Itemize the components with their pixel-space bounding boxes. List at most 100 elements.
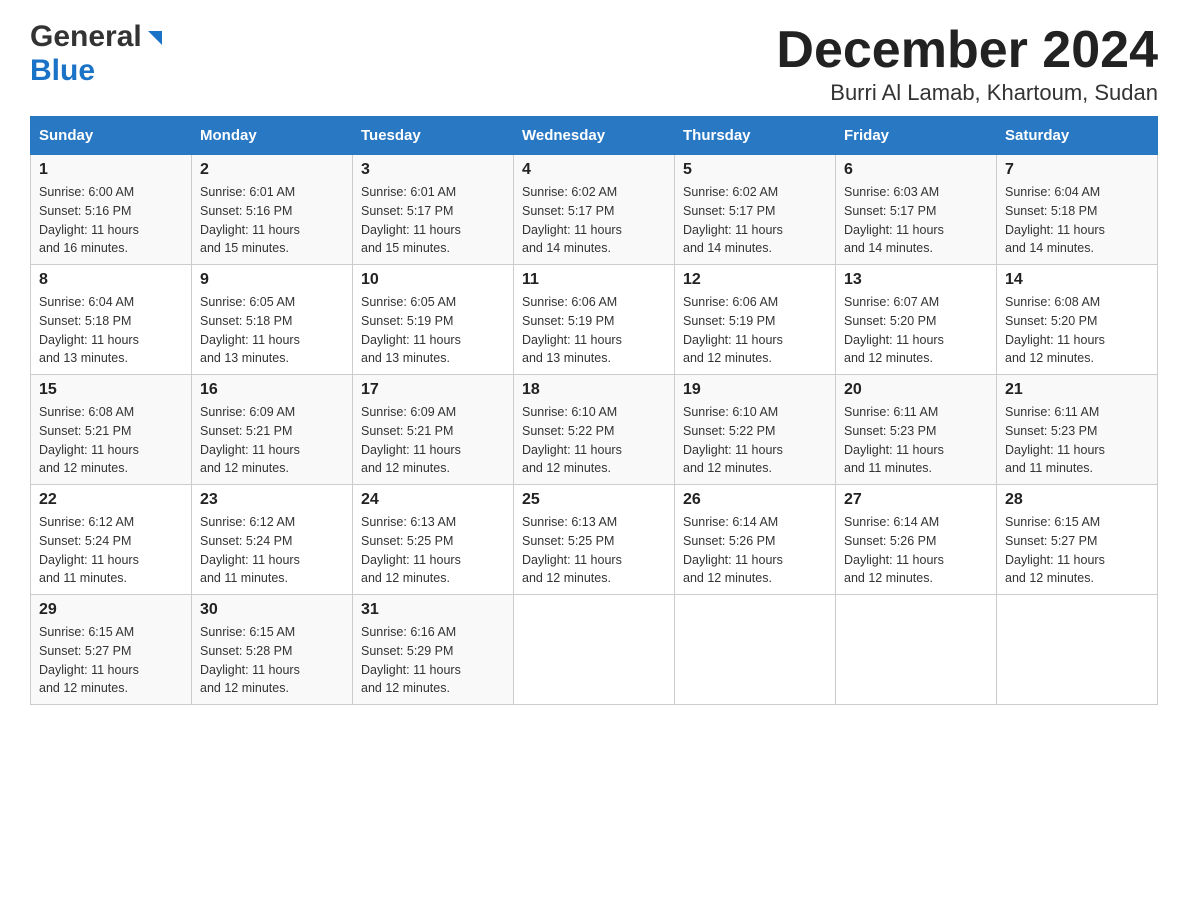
day-cell-12: 12 Sunrise: 6:06 AMSunset: 5:19 PMDayligh… xyxy=(675,265,836,375)
day-number: 18 xyxy=(522,381,666,399)
day-info: Sunrise: 6:08 AMSunset: 5:20 PMDaylight:… xyxy=(1005,293,1149,368)
weekday-header-tuesday: Tuesday xyxy=(353,117,514,155)
logo-blue-text: Blue xyxy=(30,54,95,87)
day-info: Sunrise: 6:15 AMSunset: 5:28 PMDaylight:… xyxy=(200,623,344,698)
day-info: Sunrise: 6:05 AMSunset: 5:18 PMDaylight:… xyxy=(200,293,344,368)
day-cell-20: 20 Sunrise: 6:11 AMSunset: 5:23 PMDayligh… xyxy=(836,375,997,485)
day-info: Sunrise: 6:02 AMSunset: 5:17 PMDaylight:… xyxy=(522,183,666,258)
day-number: 30 xyxy=(200,601,344,619)
day-cell-24: 24Sunrise: 6:13 AMSunset: 5:25 PMDayligh… xyxy=(353,485,514,595)
day-number: 6 xyxy=(844,161,988,179)
day-cell-26: 26 Sunrise: 6:14 AMSunset: 5:26 PMDayligh… xyxy=(675,485,836,595)
day-cell-15: 15 Sunrise: 6:08 AMSunset: 5:21 PMDayligh… xyxy=(31,375,192,485)
page-header: General Blue December 2024 Burri Al Lama… xyxy=(30,20,1158,106)
day-number: 2 xyxy=(200,161,344,179)
empty-cell xyxy=(514,595,675,705)
week-row-4: 22 Sunrise: 6:12 AMSunset: 5:24 PMDayligh… xyxy=(31,485,1158,595)
day-number: 27 xyxy=(844,491,988,509)
day-number: 26 xyxy=(683,491,827,509)
day-info: Sunrise: 6:04 AMSunset: 5:18 PMDaylight:… xyxy=(39,293,183,368)
day-cell-2: 2 Sunrise: 6:01 AMSunset: 5:16 PMDaylight… xyxy=(192,155,353,265)
day-info: Sunrise: 6:07 AMSunset: 5:20 PMDaylight:… xyxy=(844,293,988,368)
weekday-header-sunday: Sunday xyxy=(31,117,192,155)
day-cell-19: 19 Sunrise: 6:10 AMSunset: 5:22 PMDayligh… xyxy=(675,375,836,485)
day-number: 20 xyxy=(844,381,988,399)
day-info: Sunrise: 6:01 AMSunset: 5:16 PMDaylight:… xyxy=(200,183,344,258)
day-cell-22: 22 Sunrise: 6:12 AMSunset: 5:24 PMDayligh… xyxy=(31,485,192,595)
day-info: Sunrise: 6:10 AMSunset: 5:22 PMDaylight:… xyxy=(522,403,666,478)
day-cell-1: 1 Sunrise: 6:00 AMSunset: 5:16 PMDaylight… xyxy=(31,155,192,265)
day-number: 15 xyxy=(39,381,183,399)
day-number: 19 xyxy=(683,381,827,399)
weekday-header-thursday: Thursday xyxy=(675,117,836,155)
day-info: Sunrise: 6:06 AMSunset: 5:19 PMDaylight:… xyxy=(683,293,827,368)
weekday-header-row: SundayMondayTuesdayWednesdayThursdayFrid… xyxy=(31,117,1158,155)
calendar-table: SundayMondayTuesdayWednesdayThursdayFrid… xyxy=(30,116,1158,705)
day-number: 22 xyxy=(39,491,183,509)
day-info: Sunrise: 6:04 AMSunset: 5:18 PMDaylight:… xyxy=(1005,183,1149,258)
logo-general-text: General xyxy=(30,20,142,54)
day-number: 23 xyxy=(200,491,344,509)
day-number: 3 xyxy=(361,161,505,179)
empty-cell xyxy=(675,595,836,705)
day-cell-11: 11Sunrise: 6:06 AMSunset: 5:19 PMDayligh… xyxy=(514,265,675,375)
day-number: 9 xyxy=(200,271,344,289)
day-info: Sunrise: 6:12 AMSunset: 5:24 PMDaylight:… xyxy=(39,513,183,588)
day-cell-3: 3 Sunrise: 6:01 AMSunset: 5:17 PMDaylight… xyxy=(353,155,514,265)
logo: General Blue xyxy=(30,20,166,88)
day-cell-17: 17 Sunrise: 6:09 AMSunset: 5:21 PMDayligh… xyxy=(353,375,514,485)
day-number: 1 xyxy=(39,161,183,179)
empty-cell xyxy=(836,595,997,705)
day-cell-21: 21Sunrise: 6:11 AMSunset: 5:23 PMDayligh… xyxy=(997,375,1158,485)
day-cell-31: 31Sunrise: 6:16 AMSunset: 5:29 PMDayligh… xyxy=(353,595,514,705)
day-number: 5 xyxy=(683,161,827,179)
weekday-header-monday: Monday xyxy=(192,117,353,155)
day-info: Sunrise: 6:08 AMSunset: 5:21 PMDaylight:… xyxy=(39,403,183,478)
week-row-3: 15 Sunrise: 6:08 AMSunset: 5:21 PMDayligh… xyxy=(31,375,1158,485)
day-number: 21 xyxy=(1005,381,1149,399)
day-cell-13: 13 Sunrise: 6:07 AMSunset: 5:20 PMDayligh… xyxy=(836,265,997,375)
day-number: 8 xyxy=(39,271,183,289)
day-cell-4: 4 Sunrise: 6:02 AMSunset: 5:17 PMDaylight… xyxy=(514,155,675,265)
day-number: 12 xyxy=(683,271,827,289)
day-number: 25 xyxy=(522,491,666,509)
day-info: Sunrise: 6:00 AMSunset: 5:16 PMDaylight:… xyxy=(39,183,183,258)
day-cell-25: 25 Sunrise: 6:13 AMSunset: 5:25 PMDayligh… xyxy=(514,485,675,595)
month-title: December 2024 xyxy=(776,20,1158,80)
day-info: Sunrise: 6:15 AMSunset: 5:27 PMDaylight:… xyxy=(1005,513,1149,588)
day-info: Sunrise: 6:09 AMSunset: 5:21 PMDaylight:… xyxy=(361,403,505,478)
logo-triangle-icon xyxy=(144,27,166,49)
day-number: 28 xyxy=(1005,491,1149,509)
day-cell-16: 16 Sunrise: 6:09 AMSunset: 5:21 PMDayligh… xyxy=(192,375,353,485)
day-number: 10 xyxy=(361,271,505,289)
week-row-1: 1 Sunrise: 6:00 AMSunset: 5:16 PMDaylight… xyxy=(31,155,1158,265)
day-info: Sunrise: 6:16 AMSunset: 5:29 PMDaylight:… xyxy=(361,623,505,698)
day-cell-28: 28 Sunrise: 6:15 AMSunset: 5:27 PMDayligh… xyxy=(997,485,1158,595)
day-info: Sunrise: 6:06 AMSunset: 5:19 PMDaylight:… xyxy=(522,293,666,368)
weekday-header-friday: Friday xyxy=(836,117,997,155)
day-info: Sunrise: 6:11 AMSunset: 5:23 PMDaylight:… xyxy=(844,403,988,478)
day-info: Sunrise: 6:12 AMSunset: 5:24 PMDaylight:… xyxy=(200,513,344,588)
day-number: 17 xyxy=(361,381,505,399)
weekday-header-saturday: Saturday xyxy=(997,117,1158,155)
day-info: Sunrise: 6:14 AMSunset: 5:26 PMDaylight:… xyxy=(683,513,827,588)
day-number: 16 xyxy=(200,381,344,399)
week-row-2: 8 Sunrise: 6:04 AMSunset: 5:18 PMDaylight… xyxy=(31,265,1158,375)
location-text: Burri Al Lamab, Khartoum, Sudan xyxy=(776,80,1158,106)
day-cell-6: 6 Sunrise: 6:03 AMSunset: 5:17 PMDaylight… xyxy=(836,155,997,265)
day-cell-27: 27 Sunrise: 6:14 AMSunset: 5:26 PMDayligh… xyxy=(836,485,997,595)
day-info: Sunrise: 6:15 AMSunset: 5:27 PMDaylight:… xyxy=(39,623,183,698)
day-info: Sunrise: 6:10 AMSunset: 5:22 PMDaylight:… xyxy=(683,403,827,478)
day-info: Sunrise: 6:13 AMSunset: 5:25 PMDaylight:… xyxy=(522,513,666,588)
day-info: Sunrise: 6:01 AMSunset: 5:17 PMDaylight:… xyxy=(361,183,505,258)
day-number: 4 xyxy=(522,161,666,179)
day-info: Sunrise: 6:05 AMSunset: 5:19 PMDaylight:… xyxy=(361,293,505,368)
day-info: Sunrise: 6:03 AMSunset: 5:17 PMDaylight:… xyxy=(844,183,988,258)
week-row-5: 29Sunrise: 6:15 AMSunset: 5:27 PMDayligh… xyxy=(31,595,1158,705)
day-cell-18: 18 Sunrise: 6:10 AMSunset: 5:22 PMDayligh… xyxy=(514,375,675,485)
day-number: 13 xyxy=(844,271,988,289)
day-info: Sunrise: 6:14 AMSunset: 5:26 PMDaylight:… xyxy=(844,513,988,588)
day-info: Sunrise: 6:02 AMSunset: 5:17 PMDaylight:… xyxy=(683,183,827,258)
day-info: Sunrise: 6:09 AMSunset: 5:21 PMDaylight:… xyxy=(200,403,344,478)
day-cell-29: 29Sunrise: 6:15 AMSunset: 5:27 PMDayligh… xyxy=(31,595,192,705)
